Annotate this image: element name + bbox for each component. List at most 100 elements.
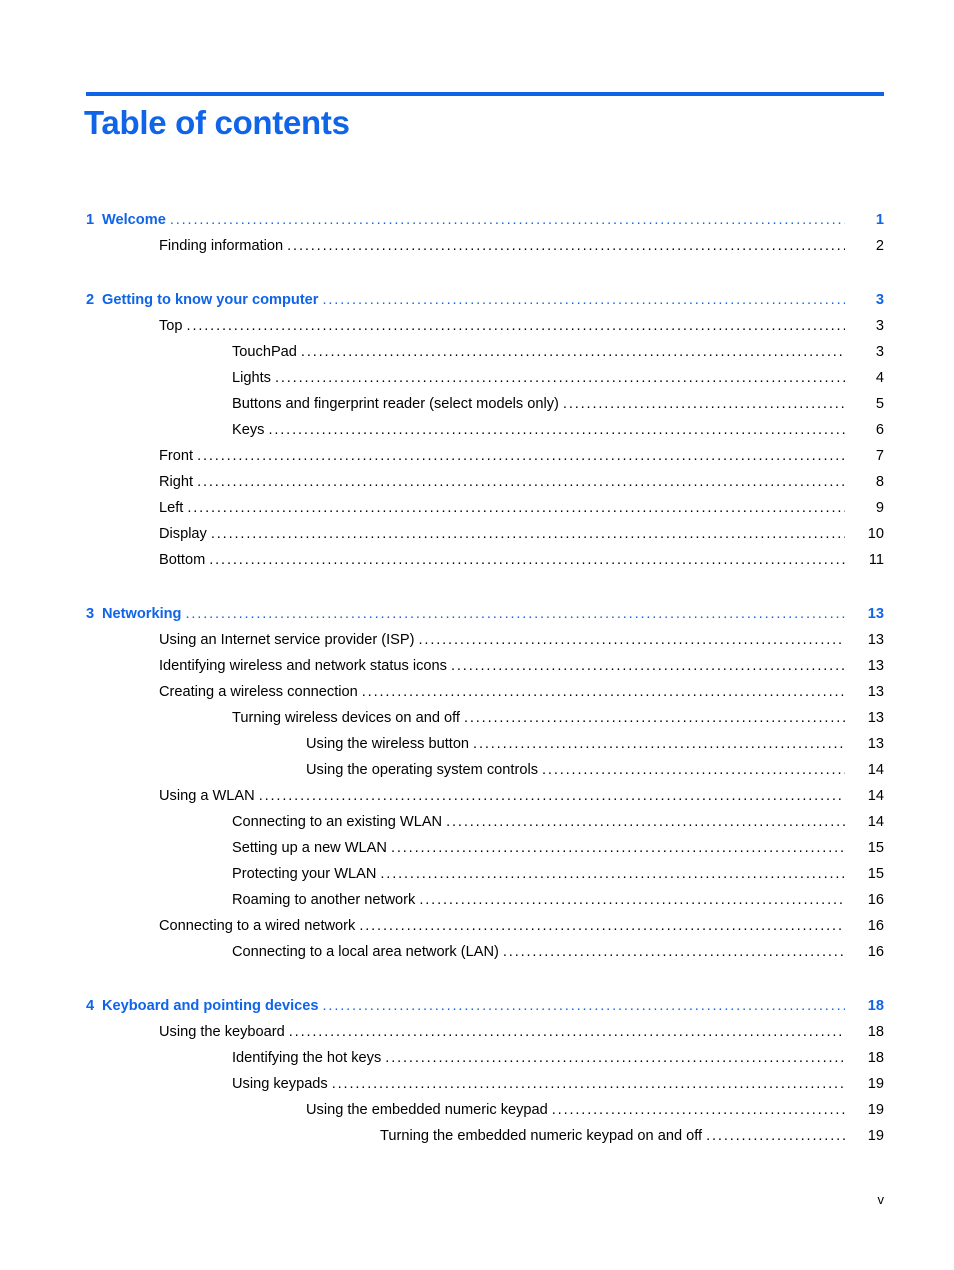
dot-leader [301, 345, 845, 360]
dot-leader [289, 1025, 845, 1040]
toc-page-number: 8 [875, 474, 884, 490]
dot-leader [362, 685, 845, 700]
toc-chapter-entry[interactable]: 4 Keyboard and pointing devices 18 [0, 998, 954, 1024]
toc-chapter-entry[interactable]: 3 Networking 13 [0, 606, 954, 632]
toc-page-number: 7 [875, 448, 884, 464]
toc-chapter-number: 1 [86, 212, 95, 228]
toc-chapter-entry[interactable]: 1 Welcome 1 [0, 212, 954, 238]
toc-chapter-entry[interactable]: 2 Getting to know your computer 3 [0, 292, 954, 318]
dot-leader [211, 527, 845, 542]
dot-leader [542, 763, 845, 778]
toc-section-entry[interactable]: Right 8 [0, 474, 954, 500]
dot-leader [391, 841, 845, 856]
toc-section-entry[interactable]: Setting up a new WLAN 15 [0, 840, 954, 866]
toc-page-number: 13 [867, 606, 884, 622]
toc-entry-label: Top [159, 318, 183, 334]
toc-page-number: 18 [867, 998, 884, 1014]
toc-page-number: 19 [867, 1076, 884, 1092]
toc-section-entry[interactable]: TouchPad 3 [0, 344, 954, 370]
dot-leader [275, 371, 845, 386]
dot-leader [197, 449, 845, 464]
toc-entry-label: Bottom [159, 552, 206, 568]
toc-section-entry[interactable]: Lights 4 [0, 370, 954, 396]
toc-section-entry[interactable]: Creating a wireless connection 13 [0, 684, 954, 710]
dot-leader [322, 293, 845, 308]
dot-leader [451, 659, 845, 674]
toc-page-number: 2 [875, 238, 884, 254]
toc-entry-label: Left [159, 500, 184, 516]
dot-leader [380, 867, 845, 882]
dot-leader [332, 1077, 845, 1092]
toc-page-number: 1 [875, 212, 884, 228]
toc-entry-label: 2 Getting to know your computer [86, 292, 322, 308]
toc-page-number: 19 [867, 1102, 884, 1118]
toc-section-entry[interactable]: Turning the embedded numeric keypad on a… [0, 1128, 954, 1154]
toc-page-number: 18 [867, 1050, 884, 1066]
toc-entry-label: Using a WLAN [159, 788, 255, 804]
toc-section-entry[interactable]: Connecting to a wired network 16 [0, 918, 954, 944]
toc-chapter-number: 4 [86, 998, 95, 1014]
toc-section-entry[interactable]: Top 3 [0, 318, 954, 344]
toc-section-entry[interactable]: Finding information 2 [0, 238, 954, 264]
toc-section-entry[interactable]: Using an Internet service provider (ISP)… [0, 632, 954, 658]
title-rule [86, 92, 884, 96]
dot-leader [464, 711, 845, 726]
toc-entry-label: 3 Networking [86, 606, 185, 622]
toc-entry-label: Connecting to a local area network (LAN) [232, 944, 499, 960]
toc-entry-label: Finding information [159, 238, 284, 254]
toc-section-entry[interactable]: Display 10 [0, 526, 954, 552]
toc-entry-label: Connecting to a wired network [159, 918, 356, 934]
toc-entry-label: Using the wireless button [306, 736, 470, 752]
toc-section-entry[interactable]: Left 9 [0, 500, 954, 526]
toc-section-entry[interactable]: Roaming to another network 16 [0, 892, 954, 918]
toc-page: Table of contents 1 Welcome 1 Finding infor… [0, 0, 954, 1270]
toc-section-entry[interactable]: Turning wireless devices on and off 13 [0, 710, 954, 736]
toc-page-number: 11 [868, 552, 884, 568]
toc-entry-label: Using keypads [232, 1076, 328, 1092]
page-folio: v [877, 1192, 885, 1207]
toc-section-entry[interactable]: Buttons and fingerprint reader (select m… [0, 396, 954, 422]
toc-entry-label: Using the operating system controls [306, 762, 538, 778]
toc-section-entry[interactable]: Identifying wireless and network status … [0, 658, 954, 684]
toc-page-number: 3 [875, 292, 884, 308]
toc-section-entry[interactable]: Using a WLAN 14 [0, 788, 954, 814]
toc-entry-label: 1 Welcome [86, 212, 170, 228]
toc-page-number: 13 [867, 632, 884, 648]
dot-leader [419, 633, 846, 648]
toc-section-entry[interactable]: Using the keyboard 18 [0, 1024, 954, 1050]
toc-chapter-number: 3 [86, 606, 95, 622]
toc-page-number: 13 [867, 684, 884, 700]
toc-section-entry[interactable]: Protecting your WLAN 15 [0, 866, 954, 892]
toc-entry-label: Protecting your WLAN [232, 866, 377, 882]
toc-section-entry[interactable]: Using the embedded numeric keypad 19 [0, 1102, 954, 1128]
toc-entry-label: Using an Internet service provider (ISP) [159, 632, 415, 648]
toc-page-number: 13 [867, 710, 884, 726]
dot-leader [706, 1129, 845, 1144]
dot-leader [187, 319, 845, 334]
dot-leader [419, 893, 845, 908]
toc-chapter-number: 2 [86, 292, 95, 308]
toc-section-entry[interactable]: Using the operating system controls 14 [0, 762, 954, 788]
toc-section-entry[interactable]: Using the wireless button 13 [0, 736, 954, 762]
toc-page-number: 16 [867, 892, 884, 908]
toc-page-number: 19 [867, 1128, 884, 1144]
toc-chapter-title: Keyboard and pointing devices [102, 998, 319, 1014]
toc-section-entry[interactable]: Keys 6 [0, 422, 954, 448]
dot-leader [359, 919, 845, 934]
toc-page-number: 5 [875, 396, 884, 412]
toc-entry-label: Using the keyboard [159, 1024, 285, 1040]
toc-entry-label: Connecting to an existing WLAN [232, 814, 443, 830]
toc-entry-label: Display [159, 526, 207, 542]
toc-page-number: 3 [875, 318, 884, 334]
toc-page-number: 15 [867, 866, 884, 882]
toc-section-entry[interactable]: Using keypads 19 [0, 1076, 954, 1102]
dot-leader [197, 475, 845, 490]
dot-leader [323, 999, 845, 1014]
toc-section-entry[interactable]: Bottom 11 [0, 552, 954, 578]
toc-section-entry[interactable]: Connecting to an existing WLAN 14 [0, 814, 954, 840]
toc-section-entry[interactable]: Connecting to a local area network (LAN)… [0, 944, 954, 970]
toc-section-entry[interactable]: Front 7 [0, 448, 954, 474]
toc-entry-label: Keys [232, 422, 265, 438]
toc-page-number: 13 [867, 736, 884, 752]
toc-section-entry[interactable]: Identifying the hot keys 18 [0, 1050, 954, 1076]
